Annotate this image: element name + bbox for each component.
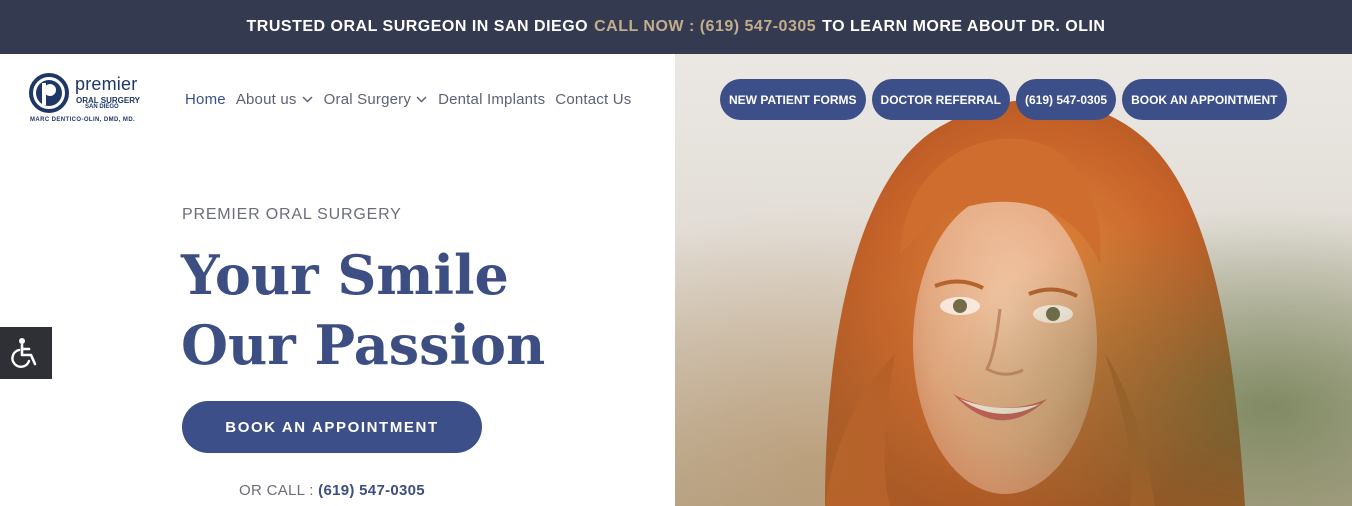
or-call-line: OR CALL : (619) 547-0305 bbox=[182, 482, 482, 499]
nav-item-label: About us bbox=[235, 90, 297, 108]
phone-button[interactable]: (619) 547-0305 bbox=[1016, 79, 1117, 120]
nav-item-label: Oral Surgery bbox=[323, 90, 412, 108]
site-logo[interactable]: premier ORAL SURGERY SAN DIEGO MARC DENT… bbox=[29, 73, 154, 127]
headline-line-2: Our Passion bbox=[181, 313, 546, 377]
logo-wordmark: premier bbox=[75, 74, 138, 94]
header-actions: NEW PATIENT FORMS DOCTOR REFERRAL (619) … bbox=[720, 79, 1293, 120]
logo-tagline: MARC DENTICO-OLIN, DMD, MD. bbox=[30, 117, 136, 123]
call-now-link[interactable]: CALL NOW : (619) 547-0305 bbox=[594, 18, 816, 36]
nav-item-dental-implants[interactable]: Dental Implants bbox=[438, 91, 545, 108]
nav-item-home[interactable]: Home bbox=[185, 91, 226, 108]
announcement-text-2: TO LEARN MORE ABOUT DR. OLIN bbox=[822, 18, 1106, 35]
hero-headline: Your Smile Our Passion bbox=[181, 240, 545, 380]
new-patient-forms-button[interactable]: NEW PATIENT FORMS bbox=[720, 79, 866, 120]
chevron-down-icon bbox=[302, 96, 313, 103]
logo-p-icon bbox=[29, 73, 69, 113]
nav-item-oral-surgery[interactable]: Oral Surgery bbox=[324, 91, 428, 108]
nav-item-contact-us[interactable]: Contact Us bbox=[555, 91, 631, 108]
announcement-text-1: TRUSTED ORAL SURGEON IN SAN DIEGO bbox=[246, 18, 589, 35]
or-call-label: OR CALL : bbox=[239, 482, 314, 499]
hero-image bbox=[675, 54, 1352, 506]
logo-location: SAN DIEGO bbox=[85, 104, 119, 110]
hero-background-blur bbox=[675, 54, 1352, 506]
announcement-bar: TRUSTED ORAL SURGEON IN SAN DIEGO CALL N… bbox=[0, 0, 1352, 54]
nav-item-label: Dental Implants bbox=[438, 90, 546, 108]
book-appointment-button[interactable]: BOOK AN APPOINTMENT bbox=[182, 401, 482, 453]
nav-item-label: Home bbox=[185, 90, 226, 108]
nav-item-label: Contact Us bbox=[555, 90, 632, 108]
doctor-referral-button[interactable]: DOCTOR REFERRAL bbox=[871, 79, 1010, 120]
wheelchair-icon bbox=[11, 338, 37, 368]
hero-phone-link[interactable]: (619) 547-0305 bbox=[318, 482, 425, 499]
accessibility-button[interactable] bbox=[0, 327, 52, 379]
main-nav: Home About us Oral Surgery Dental Implan… bbox=[185, 88, 641, 110]
book-appointment-header-button[interactable]: BOOK AN APPOINTMENT bbox=[1122, 79, 1287, 120]
nav-item-about-us[interactable]: About us bbox=[236, 91, 314, 108]
headline-line-1: Your Smile bbox=[181, 243, 509, 307]
chevron-down-icon bbox=[416, 96, 427, 103]
hero-kicker: PREMIER ORAL SURGERY bbox=[182, 206, 402, 223]
